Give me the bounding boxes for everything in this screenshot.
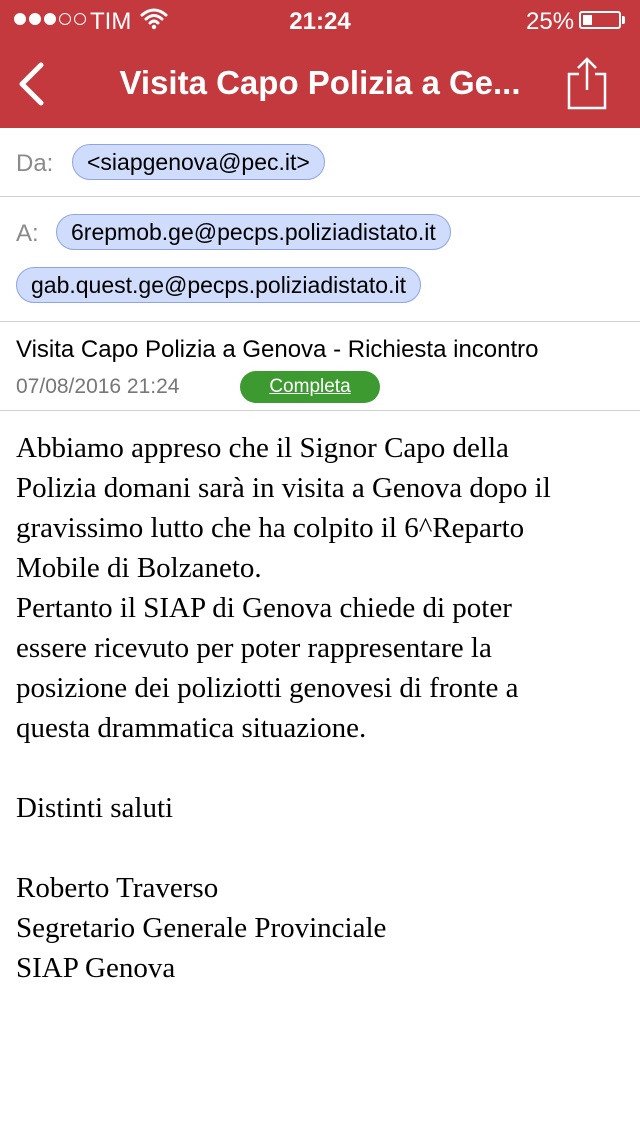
body-line: Roberto Traverso [16,872,219,904]
body-line: Distinti saluti [16,792,174,824]
recipients-row: A: 6repmob.ge@pecps.poliziadistato.it ga… [0,197,640,322]
status-badge[interactable]: Completa [240,371,380,403]
status-bar: TIM 21:24 25% [0,0,640,40]
message-body: Abbiamo appreso che il Signor Capo della… [16,428,626,988]
body-line: gravissimo lutto che ha colpito il 6^Rep… [16,512,525,544]
body-line: posizione dei poliziotti genovesi di fro… [16,672,519,704]
navigation-header: TIM 21:24 25% Visita Capo Polizia a Ge..… [0,0,640,128]
body-line: essere ricevuto per poter rappresentare … [16,632,492,664]
share-button[interactable] [566,56,608,110]
body-line: Mobile di Bolzaneto. [16,552,262,584]
message-summary: Visita Capo Polizia a Genova - Richiesta… [0,322,640,411]
battery-level [583,15,592,25]
sender-chip[interactable]: <siapgenova@pec.it> [72,144,325,180]
sender-row: Da: <siapgenova@pec.it> [0,128,640,197]
from-label: Da: [16,150,54,177]
body-line: questa drammatica situazione. [16,712,367,744]
recipient-chip[interactable]: 6repmob.ge@pecps.poliziadistato.it [56,214,451,250]
battery-percentage: 25% [526,8,575,35]
message-date: 07/08/2016 21:24 [16,375,180,398]
message-subject: Visita Capo Polizia a Genova - Richiesta… [16,336,539,363]
to-label: A: [16,220,39,247]
body-line: Pertanto il SIAP di Genova chiede di pot… [16,592,512,624]
body-line: Segretario Generale Provinciale [16,912,387,944]
back-button[interactable] [14,62,48,106]
body-line: Polizia domani sarà in visita a Genova d… [16,472,551,504]
body-line [16,828,626,868]
body-line [16,748,626,788]
share-icon [567,57,607,110]
chevron-left-icon [19,62,44,106]
battery-tip [622,16,625,24]
battery-icon [579,11,621,29]
body-line: Abbiamo appreso che il Signor Capo della [16,432,509,464]
page-title: Visita Capo Polizia a Ge... [119,64,521,101]
body-line: SIAP Genova [16,952,176,984]
recipient-chip[interactable]: gab.quest.ge@pecps.poliziadistato.it [16,267,421,303]
